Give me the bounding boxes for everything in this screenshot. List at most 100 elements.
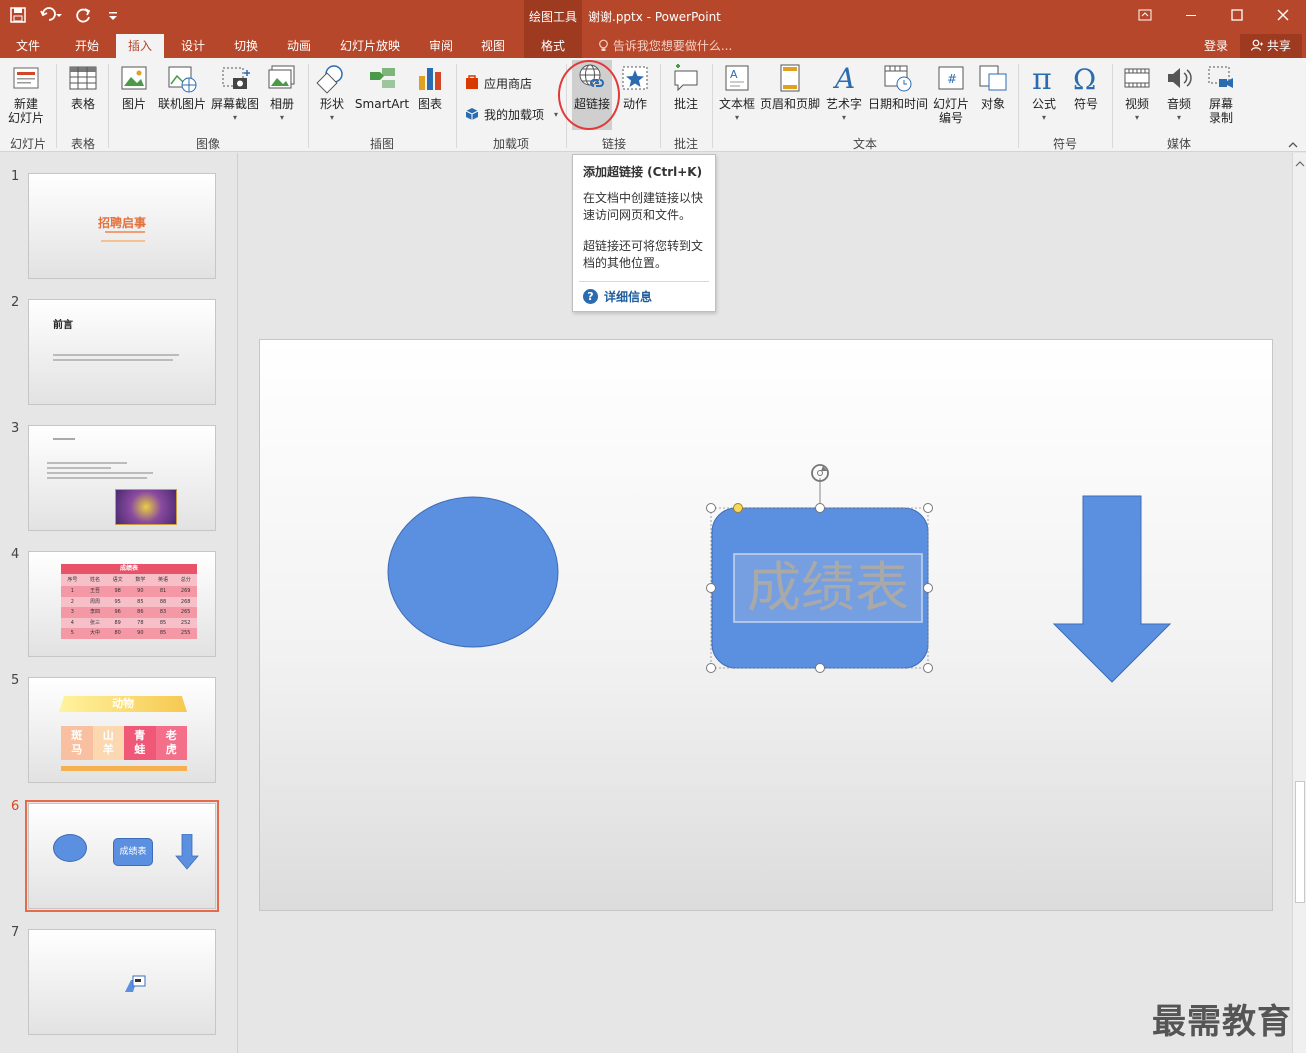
redo-icon[interactable] <box>76 7 92 27</box>
slide-thumbnail-2[interactable]: 前言 <box>28 299 216 405</box>
action-label: 动作 <box>622 97 647 111</box>
thumbnail-text-line <box>53 438 75 440</box>
shapes-icon <box>316 62 348 94</box>
equation-button[interactable]: π 公式 ▾ <box>1024 62 1064 125</box>
video-button[interactable]: 视频 ▾ <box>1118 62 1156 125</box>
video-label: 视频 <box>1124 97 1149 111</box>
table-cell: 98 <box>114 588 121 594</box>
table-header-cell: 序号 <box>67 577 78 583</box>
date-time-button[interactable]: 日期和时间 <box>866 62 930 111</box>
table-cell: 85 <box>137 598 144 605</box>
help-icon: ? <box>583 289 598 304</box>
sign-in-link[interactable]: 登录 <box>1204 34 1228 58</box>
tile: 斑 马 <box>61 726 93 760</box>
wordart-button[interactable]: A 艺术字 ▾ <box>824 62 864 125</box>
audio-label: 音频 <box>1166 97 1191 111</box>
thumbnail-table-row: 3 李四 96 86 83 265 <box>61 607 197 618</box>
tell-me-box[interactable]: 告诉我您想要做什么... <box>598 34 732 58</box>
maximize-icon[interactable] <box>1214 0 1260 34</box>
tab-home[interactable]: 开始 <box>62 34 112 58</box>
thumbnail-bar <box>61 766 187 771</box>
chevron-down-icon: ▾ <box>279 113 284 122</box>
screenshot-button[interactable]: 屏幕截图 ▾ <box>210 62 260 125</box>
smartart-button[interactable]: SmartArt <box>354 62 410 111</box>
current-slide[interactable]: 成绩表 <box>259 339 1273 911</box>
slide-thumbnail-5[interactable]: 动物 斑 马 山 羊 青 蛙 老 虎 <box>28 677 216 783</box>
shapes-button[interactable]: 形状 ▾ <box>314 62 350 125</box>
chevron-down-icon: ▾ <box>232 113 237 122</box>
scrollbar-thumb[interactable] <box>1295 781 1305 903</box>
tab-format[interactable]: 格式 <box>524 34 582 58</box>
tab-review[interactable]: 审阅 <box>418 34 464 58</box>
down-arrow-shape[interactable] <box>1052 495 1172 683</box>
textbox-button[interactable]: A 文本框 ▾ <box>716 62 758 125</box>
comment-button[interactable]: 批注 <box>666 62 706 111</box>
thumbnail-table-title: 成绩表 <box>61 564 197 574</box>
minimize-icon[interactable] <box>1168 0 1214 34</box>
online-picture-button[interactable]: 联机图片 <box>156 62 208 111</box>
audio-button[interactable]: 音频 ▾ <box>1160 62 1198 125</box>
tab-file[interactable]: 文件 <box>4 34 52 58</box>
hyperlink-tooltip: 添加超链接 (Ctrl+K) 在文档中创建链接以快速访问网页和文件。 超链接还可… <box>572 154 716 312</box>
scroll-up-icon[interactable] <box>1295 157 1305 171</box>
table-cell: 1 <box>70 588 74 594</box>
thumbnail-banner: 动物 <box>59 696 187 712</box>
chart-label: 图表 <box>417 97 442 111</box>
tab-insert[interactable]: 插入 <box>116 34 164 58</box>
tab-animations[interactable]: 动画 <box>276 34 322 58</box>
symbol-button[interactable]: Ω 符号 <box>1066 62 1106 111</box>
shape-text[interactable]: 成绩表 <box>734 554 922 622</box>
slide-thumbnail-1[interactable]: 招聘启事 <box>28 173 216 279</box>
table-header-cell: 姓名 <box>90 577 101 583</box>
table-header-cell: 总分 <box>180 577 191 583</box>
table-cell: 90 <box>137 588 144 594</box>
action-button[interactable]: 动作 <box>616 62 654 111</box>
office-store-button[interactable]: 应用商店 <box>464 74 532 93</box>
object-button[interactable]: 对象 <box>974 62 1012 111</box>
adjustment-handle[interactable] <box>733 503 743 513</box>
slide-thumbnail-7[interactable] <box>28 929 216 1035</box>
object-icon <box>977 62 1009 94</box>
slide-thumbnail-3[interactable] <box>28 425 216 531</box>
collapse-ribbon-icon[interactable] <box>1288 138 1298 152</box>
customize-qat-icon[interactable] <box>106 7 120 27</box>
pi-icon: π <box>1028 62 1060 97</box>
screen-recording-button[interactable]: 屏幕 录制 <box>1202 62 1240 125</box>
vertical-scrollbar[interactable] <box>1292 153 1306 1053</box>
tab-view[interactable]: 视图 <box>470 34 516 58</box>
my-addins-button[interactable]: 我的加载项 ▾ <box>464 105 558 124</box>
slide-thumbnail-6[interactable]: 成绩表 <box>28 803 216 909</box>
save-icon[interactable] <box>10 7 26 27</box>
undo-icon[interactable] <box>40 7 62 27</box>
table-button[interactable]: 表格 <box>64 62 102 111</box>
thumbnail-text-line <box>47 462 127 464</box>
thumbnail-number: 1 <box>11 169 20 184</box>
chart-button[interactable]: 图表 <box>412 62 448 111</box>
tab-slideshow[interactable]: 幻灯片放映 <box>334 34 406 58</box>
header-footer-button[interactable]: 页眉和页脚 <box>758 62 822 111</box>
photo-album-label: 相册 <box>269 97 294 111</box>
table-cell: 大中 <box>90 630 101 636</box>
svg-text:Ω: Ω <box>1073 63 1096 94</box>
share-button[interactable]: 共享 <box>1240 34 1302 58</box>
slide-thumbnail-4[interactable]: 成绩表 序号 姓名 语文 数学 英语 总分 1 王吾 98 90 81 269 2 周周 95 8… <box>28 551 216 657</box>
ellipse-shape[interactable] <box>387 496 559 648</box>
picture-button[interactable]: 图片 <box>114 62 154 111</box>
tab-design[interactable]: 设计 <box>170 34 216 58</box>
table-cell: 88 <box>159 598 167 605</box>
ribbon-display-options-icon[interactable] <box>1122 0 1168 34</box>
tooltip-divider <box>579 281 709 282</box>
group-label-comments: 批注 <box>673 137 698 151</box>
new-slide-button[interactable]: 新建 幻灯片 <box>4 62 48 125</box>
screenshot-icon <box>219 62 251 94</box>
group-label-images: 图像 <box>195 137 220 151</box>
tab-transitions[interactable]: 切换 <box>222 34 270 58</box>
close-icon[interactable] <box>1260 0 1306 34</box>
photo-album-button[interactable]: 相册 ▾ <box>264 62 300 125</box>
table-cell: 2 <box>70 598 74 605</box>
group-label-slides: 幻灯片 <box>9 137 46 151</box>
thumbnail-number: 3 <box>11 421 20 436</box>
thumbnail-shape-icon <box>125 975 146 992</box>
tell-me-more-link[interactable]: ? 详细信息 <box>583 288 652 305</box>
slide-number-button[interactable]: # 幻灯片 编号 <box>932 62 970 125</box>
